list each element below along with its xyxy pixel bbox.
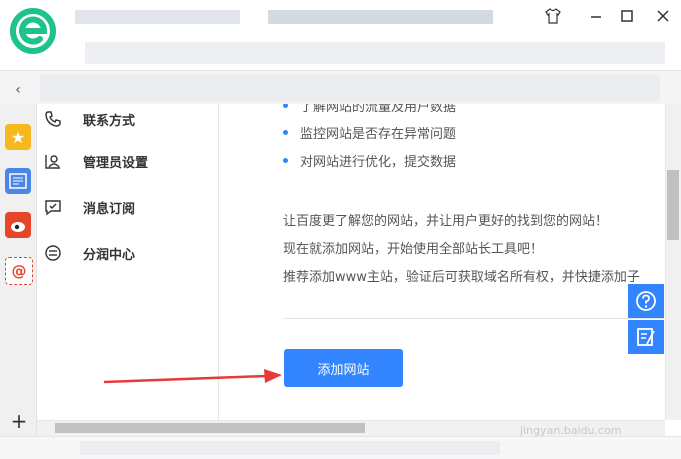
menu-item-subscribe[interactable]: 消息订阅 — [37, 192, 218, 222]
help-icon[interactable] — [628, 284, 664, 318]
weibo-icon[interactable] — [5, 212, 31, 238]
add-site-button[interactable]: 添加网站 — [284, 349, 403, 387]
watermark: jingyan.baidu.com — [520, 424, 622, 437]
menu-item-admin[interactable]: 管理员设置 — [37, 146, 218, 176]
phone-icon — [43, 109, 63, 129]
list-item: 了解网站的流量及用户数据 — [283, 104, 456, 115]
menu-label: 联系方式 — [83, 113, 136, 129]
menu-label: 分润中心 — [83, 247, 136, 263]
profit-icon — [43, 243, 63, 263]
browser-logo-icon — [10, 8, 56, 54]
maximize-icon[interactable] — [617, 6, 637, 26]
intro-text: 现在就添加网站，开始使用全部站长工具吧！ — [283, 242, 544, 257]
vertical-scrollbar[interactable] — [665, 104, 681, 420]
list-item: 对网站进行优化，提交数据 — [283, 151, 456, 170]
status-bar — [0, 436, 681, 459]
title-bar — [0, 0, 681, 34]
message-icon — [43, 197, 63, 217]
intro-text: 推荐添加www主站，验证后可获取域名所有权，并快捷添加子 — [283, 270, 640, 285]
horizontal-scroll-thumb[interactable] — [55, 423, 365, 433]
skin-shirt-icon[interactable] — [543, 6, 563, 26]
menu-label: 管理员设置 — [83, 155, 149, 171]
menu-item-profit[interactable]: 分润中心 — [37, 238, 218, 268]
intro-text: 让百度更了解您的网站，并让用户更好的找到您的网站！ — [283, 214, 609, 229]
vertical-scroll-thumb[interactable] — [667, 170, 679, 240]
bullet-icon — [283, 104, 288, 108]
close-icon[interactable] — [653, 6, 673, 26]
news-icon[interactable] — [5, 168, 31, 194]
add-icon[interactable]: + — [8, 409, 30, 433]
star-icon[interactable]: ★ — [5, 124, 31, 150]
list-item: 监控网站是否存在异常问题 — [283, 123, 456, 142]
menu-label: 消息订阅 — [83, 201, 136, 217]
divider — [283, 318, 665, 319]
pointer-arrow-icon — [100, 366, 290, 390]
address-bar — [0, 70, 681, 106]
feedback-icon[interactable] — [628, 320, 664, 354]
chevron-left-icon[interactable]: ‹ — [8, 80, 28, 100]
bullet-icon — [283, 130, 288, 135]
toolbar — [0, 34, 681, 70]
minimize-icon[interactable] — [586, 6, 606, 26]
admin-icon — [43, 151, 63, 171]
mail-icon[interactable]: @ — [5, 257, 33, 285]
bullet-icon — [283, 158, 288, 163]
menu-item-contact[interactable]: 联系方式 — [37, 104, 218, 134]
